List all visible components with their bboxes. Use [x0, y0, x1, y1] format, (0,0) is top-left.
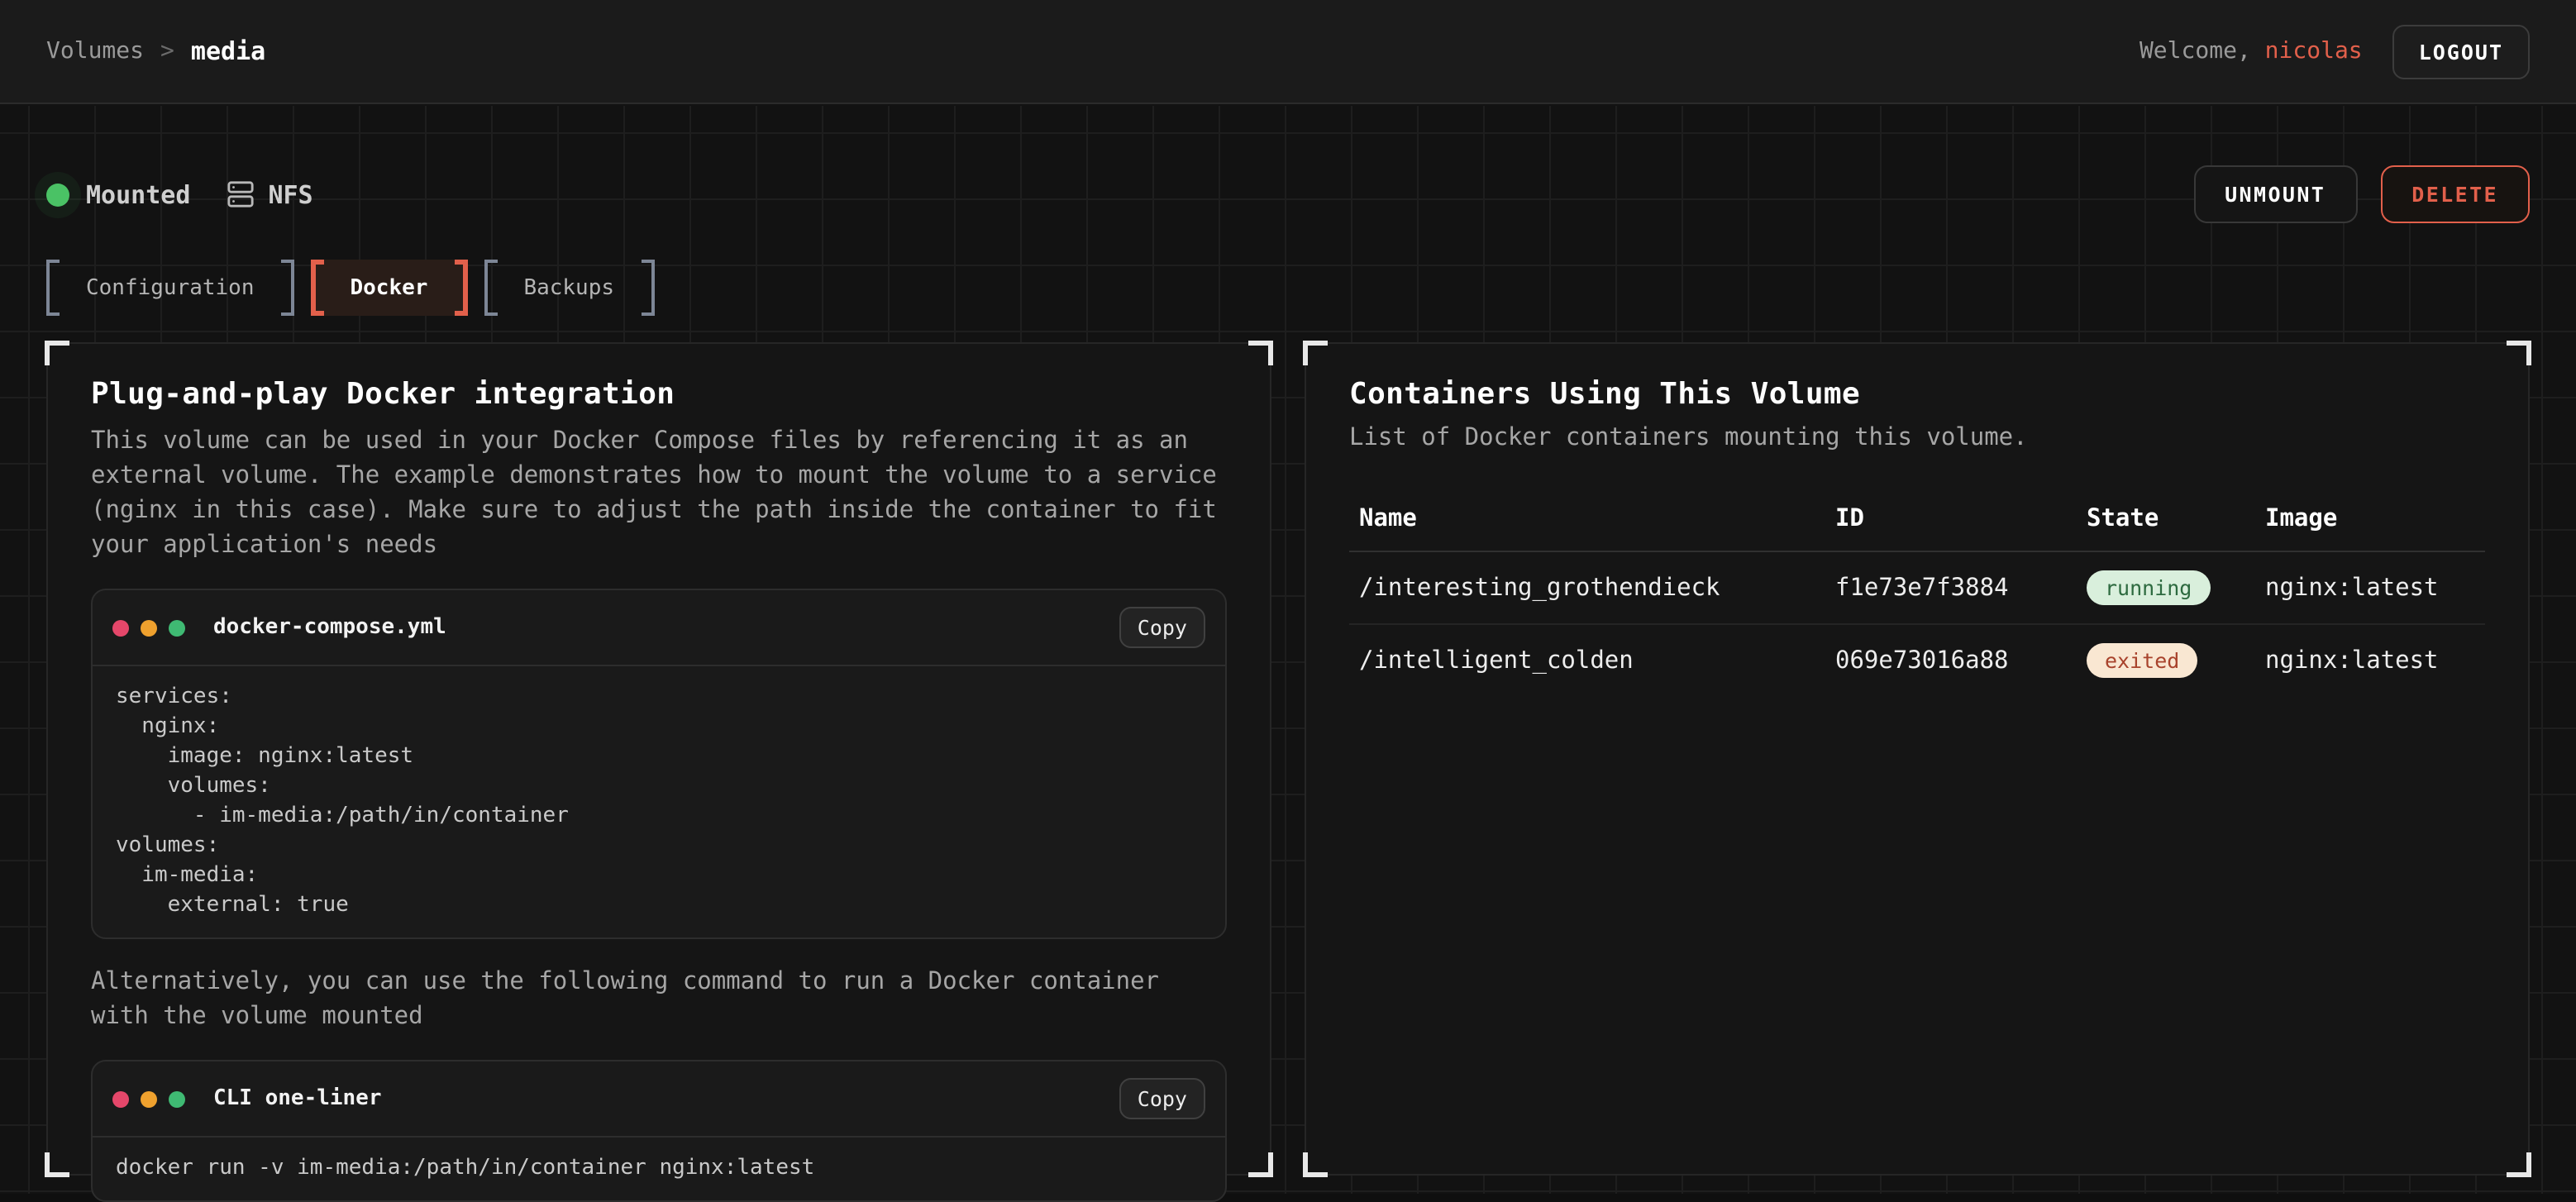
compose-code-block: docker-compose.yml Copy services: nginx:… [91, 589, 1227, 939]
tab-left-bracket [484, 260, 497, 316]
column-header-state: State [2087, 506, 2265, 532]
container-id: f1e73e7f3884 [1835, 575, 2087, 601]
tab-backups-label: Backups [497, 260, 641, 316]
column-header-id: ID [1835, 506, 2087, 532]
traffic-light-red-icon [112, 619, 129, 636]
panel-corner-bracket [45, 1152, 69, 1177]
tab-right-bracket [454, 260, 467, 316]
volume-type: NFS [227, 179, 312, 209]
container-name: /interesting_grothendieck [1359, 575, 1835, 601]
unmount-button[interactable]: UNMOUNT [2193, 165, 2357, 223]
table-row: /intelligent_colden 069e73016a88 exited … [1349, 623, 2485, 696]
tab-left-bracket [311, 260, 324, 316]
traffic-light-yellow-icon [141, 1090, 157, 1107]
delete-button[interactable]: DELETE [2380, 165, 2530, 223]
containers-panel-title: Containers Using This Volume [1349, 377, 2485, 412]
container-id: 069e73016a88 [1835, 647, 2087, 674]
panel-corner-bracket [1248, 1152, 1273, 1177]
traffic-light-green-icon [169, 619, 185, 636]
state-badge: exited [2087, 643, 2197, 678]
docker-panel-title: Plug-and-play Docker integration [91, 377, 1227, 412]
breadcrumb-separator: > [160, 38, 174, 64]
cli-intro-text: Alternatively, you can use the following… [91, 966, 1227, 1035]
containers-table: Name ID State Image /interesting_grothen… [1349, 488, 2485, 696]
traffic-light-green-icon [169, 1090, 185, 1107]
top-bar-right: Welcome, nicolas LOGOUT [2140, 24, 2530, 79]
compose-copy-button[interactable]: Copy [1119, 607, 1205, 648]
compose-code-header: docker-compose.yml Copy [93, 590, 1225, 666]
state-badge: running [2087, 570, 2210, 605]
welcome-text: Welcome, nicolas [2140, 38, 2363, 64]
panel-corner-bracket [45, 341, 69, 365]
column-header-image: Image [2265, 506, 2475, 532]
top-bar: Volumes > media Welcome, nicolas LOGOUT [0, 0, 2576, 104]
containers-panel: Containers Using This Volume List of Doc… [1305, 342, 2530, 1176]
container-image: nginx:latest [2265, 575, 2475, 601]
docker-panel-description: This volume can be used in your Docker C… [91, 425, 1227, 564]
docker-integration-panel: Plug-and-play Docker integration This vo… [46, 342, 1271, 1176]
panel-corner-bracket [1248, 341, 1273, 365]
containers-table-header: Name ID State Image [1349, 488, 2485, 552]
status-row: Mounted NFS UNMOUNT DELETE [46, 165, 2530, 223]
compose-filename: docker-compose.yml [213, 615, 1108, 640]
panel-corner-bracket [1303, 341, 1328, 365]
volume-status-group: Mounted NFS [46, 179, 313, 209]
traffic-light-red-icon [112, 1090, 129, 1107]
welcome-label: Welcome, [2140, 38, 2265, 64]
app-window: Volumes > media Welcome, nicolas LOGOUT … [0, 0, 2576, 1194]
volume-actions: UNMOUNT DELETE [2193, 165, 2530, 223]
cli-block-title: CLI one-liner [213, 1086, 1108, 1111]
tab-configuration-label: Configuration [60, 260, 281, 316]
mount-status-label: Mounted [86, 179, 190, 209]
panels-row: Plug-and-play Docker integration This vo… [46, 342, 2530, 1176]
cli-code-block: CLI one-liner Copy docker run -v im-medi… [91, 1060, 1227, 1202]
tab-configuration[interactable]: Configuration [46, 260, 294, 316]
mount-status: Mounted [46, 179, 190, 209]
tab-right-bracket [641, 260, 654, 316]
server-icon [227, 180, 255, 208]
container-name: /intelligent_colden [1359, 647, 1835, 674]
cli-code-content: docker run -v im-media:/path/in/containe… [93, 1138, 1225, 1200]
traffic-light-yellow-icon [141, 619, 157, 636]
tab-right-bracket [281, 260, 294, 316]
containers-panel-subtitle: List of Docker containers mounting this … [1349, 425, 2485, 451]
tab-docker-label: Docker [324, 260, 455, 316]
logout-button[interactable]: LOGOUT [2392, 24, 2530, 79]
cli-code-header: CLI one-liner Copy [93, 1061, 1225, 1138]
container-image: nginx:latest [2265, 647, 2475, 674]
compose-code-content: services: nginx: image: nginx:latest vol… [93, 666, 1225, 937]
tab-bar: Configuration Docker Backups [46, 260, 2530, 316]
tab-backups[interactable]: Backups [484, 260, 654, 316]
panel-corner-bracket [1303, 1152, 1328, 1177]
breadcrumb: Volumes > media [46, 36, 265, 66]
username: nicolas [2265, 38, 2363, 64]
panel-corner-bracket [2507, 341, 2531, 365]
tab-docker[interactable]: Docker [311, 260, 468, 316]
cli-copy-button[interactable]: Copy [1119, 1078, 1205, 1119]
table-row: /interesting_grothendieck f1e73e7f3884 r… [1349, 552, 2485, 623]
breadcrumb-volumes-link[interactable]: Volumes [46, 38, 144, 64]
panel-corner-bracket [2507, 1152, 2531, 1177]
tab-left-bracket [46, 260, 60, 316]
main-content: Mounted NFS UNMOUNT DELETE [0, 106, 2576, 1194]
breadcrumb-current-volume: media [191, 36, 265, 66]
volume-type-label: NFS [268, 179, 312, 209]
column-header-name: Name [1359, 506, 1835, 532]
mounted-status-dot-icon [46, 183, 69, 206]
